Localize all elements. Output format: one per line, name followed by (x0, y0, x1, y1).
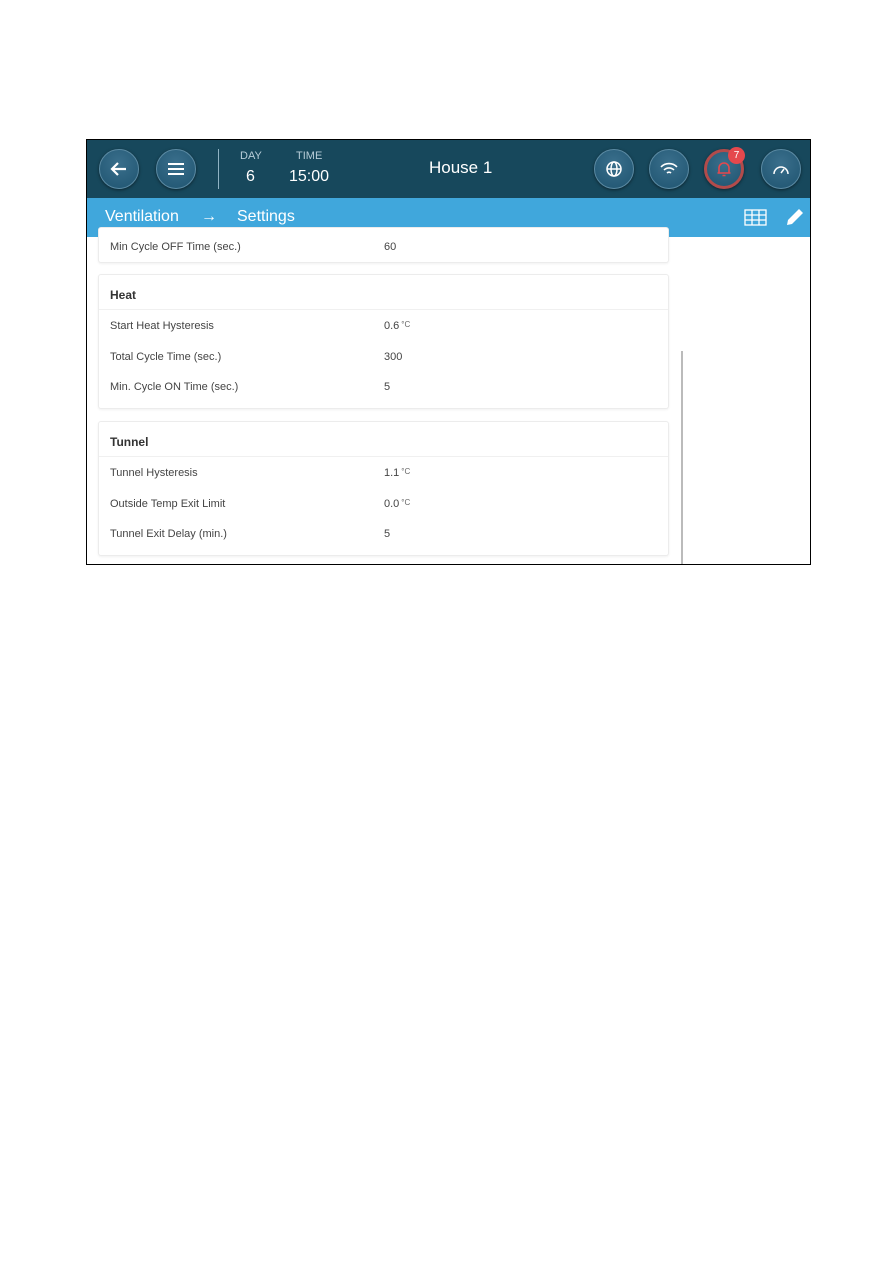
setting-label: Tunnel Hysteresis (110, 467, 198, 479)
table-view-icon[interactable] (744, 209, 767, 226)
setting-row: Start Heat Hysteresis 0.6 °C (99, 310, 668, 341)
gauge-button[interactable] (761, 149, 801, 189)
setting-value[interactable]: 0.6 °C (384, 320, 410, 332)
time-label: TIME (296, 150, 323, 162)
setting-label: Min. Cycle ON Time (sec.) (110, 381, 239, 393)
breadcrumb-settings: Settings (237, 208, 295, 225)
setting-label: Tunnel Exit Delay (min.) (110, 528, 227, 540)
bell-icon (717, 162, 731, 177)
alarm-count-badge: 7 (728, 147, 745, 164)
setting-row: Outside Temp Exit Limit 0.0 °C (99, 488, 668, 519)
setting-value[interactable]: 1.1 °C (384, 467, 410, 479)
globe-icon (606, 161, 622, 177)
wifi-icon (660, 162, 678, 174)
setting-value[interactable]: 300 (384, 351, 402, 363)
breadcrumb-ventilation[interactable]: Ventilation (105, 208, 179, 226)
setting-value[interactable]: 0.0 °C (384, 498, 410, 510)
setting-label: Start Heat Hysteresis (110, 320, 214, 332)
divider (218, 149, 219, 189)
setting-label: Total Cycle Time (sec.) (110, 350, 222, 363)
setting-label: Outside Temp Exit Limit (110, 497, 226, 510)
hamburger-icon (168, 163, 184, 175)
globe-button[interactable] (594, 149, 634, 189)
setting-row: Total Cycle Time (sec.) 300 (99, 341, 668, 372)
settings-content: Min Cycle OFF Time (sec.) 60 Heat Start H… (87, 227, 810, 564)
breadcrumb-arrow: → (201, 208, 217, 225)
tunnel-card: Tunnel Tunnel Hysteresis 1.1 °C Outside Te… (98, 421, 669, 556)
cooling-card: Min Cycle OFF Time (sec.) 60 (98, 227, 669, 263)
house-title: House 1 (429, 158, 493, 177)
setting-row: Tunnel Exit Delay (min.) 5 (99, 518, 668, 549)
back-button[interactable] (99, 149, 139, 189)
gauge-icon (773, 166, 789, 175)
tunnel-title: Tunnel (99, 422, 668, 457)
menu-button[interactable] (156, 149, 196, 189)
setting-value[interactable]: 5 (384, 528, 390, 540)
controller-screen: DAY 6 TIME 15:00 House 1 7 Ventilation →… (86, 139, 811, 565)
edit-pencil-icon[interactable] (784, 206, 806, 228)
heat-title: Heat (99, 275, 668, 310)
setting-row: Min. Cycle ON Time (sec.) 5 (99, 371, 668, 402)
setting-label: Min Cycle OFF Time (sec.) (110, 241, 241, 253)
top-bar: DAY 6 TIME 15:00 House 1 7 (87, 140, 810, 198)
setting-row: Tunnel Hysteresis 1.1 °C (99, 457, 668, 488)
day-label: DAY (240, 150, 262, 162)
time-value: 15:00 (289, 168, 330, 185)
wifi-button[interactable] (649, 149, 689, 189)
heat-card: Heat Start Heat Hysteresis 0.6 °C Total Cy… (98, 274, 669, 409)
day-value: 6 (246, 168, 255, 185)
arrow-left-icon (110, 162, 126, 176)
setting-value[interactable]: 60 (384, 241, 396, 253)
setting-value[interactable]: 5 (384, 381, 390, 393)
scrollbar[interactable] (681, 351, 683, 564)
